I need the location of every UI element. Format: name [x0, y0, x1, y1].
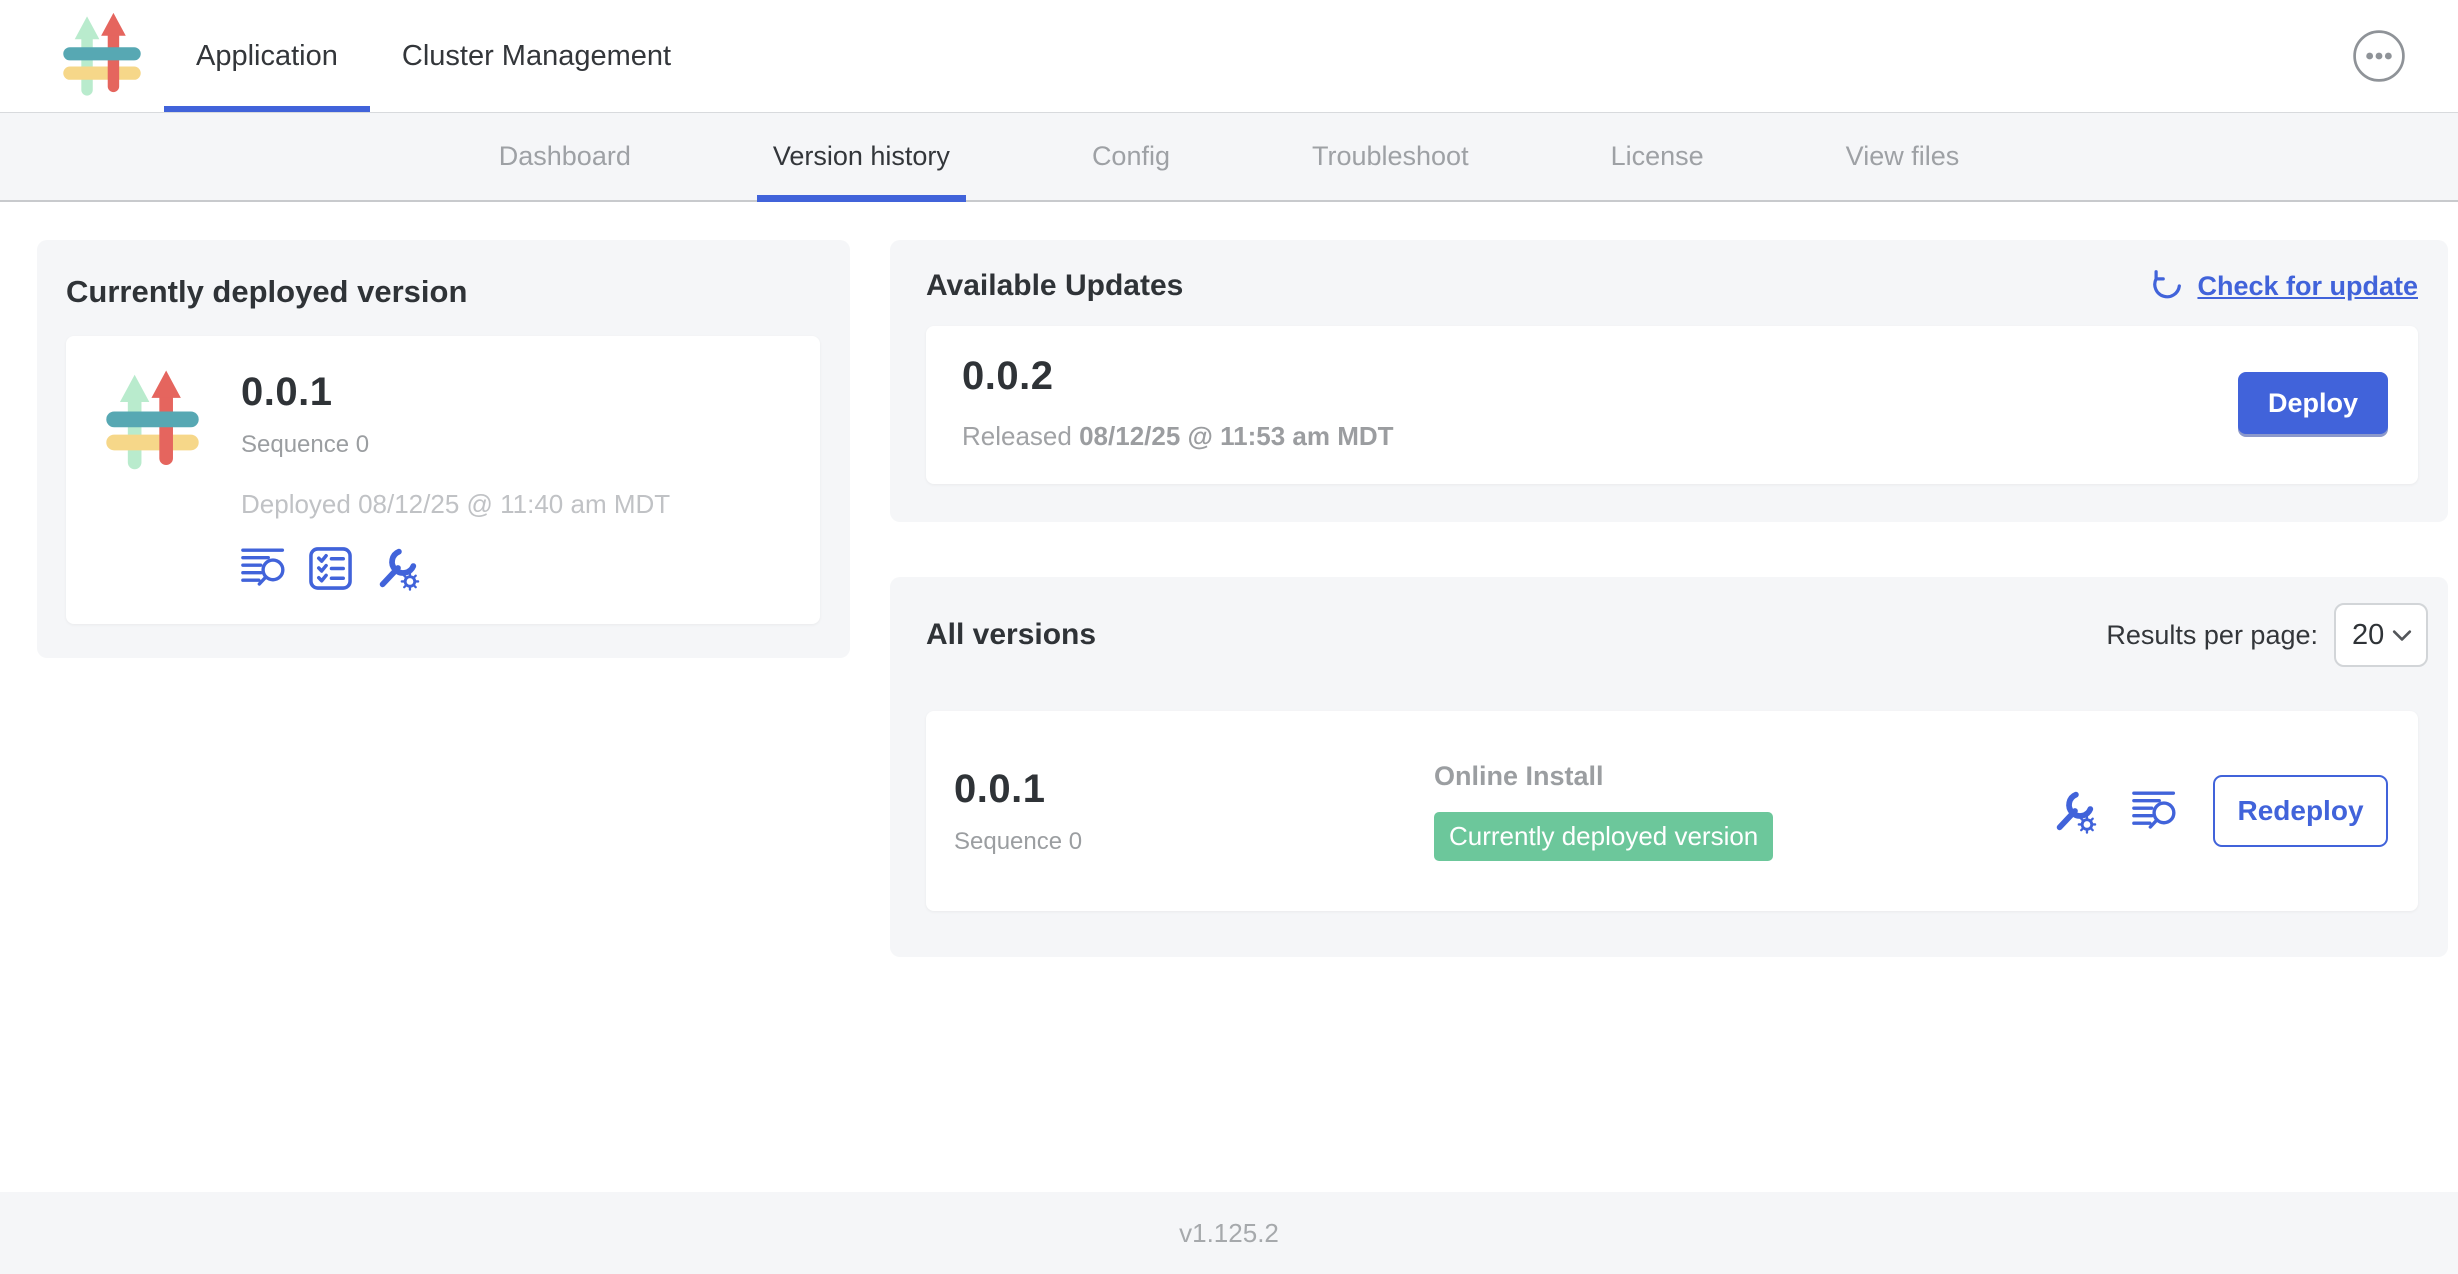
deployed-version-info: 0.0.1 Sequence 0 Deployed 08/12/25 @ 11:… [241, 366, 670, 592]
app-logo-arrows-icon [58, 10, 146, 102]
currently-deployed-badge: Currently deployed version [1434, 812, 1773, 861]
version-history-page: Currently deployed version 0.0.1 Sequenc… [0, 202, 2458, 1192]
header-spacer [703, 0, 2352, 112]
chevron-down-icon [2392, 628, 2412, 642]
currently-deployed-title: Currently deployed version [66, 274, 820, 310]
subnav-troubleshoot-label: Troubleshoot [1312, 141, 1469, 172]
all-versions-title: All versions [926, 618, 1096, 652]
subnav-tab-troubleshoot[interactable]: Troubleshoot [1296, 113, 1485, 200]
redeploy-button[interactable]: Redeploy [2213, 775, 2388, 847]
row-sequence: Sequence 0 [954, 828, 1434, 856]
currently-deployed-card: Currently deployed version 0.0.1 Sequenc… [37, 240, 850, 658]
tab-cluster-management-label: Cluster Management [402, 40, 671, 73]
check-for-update-label: Check for update [2197, 271, 2418, 302]
update-row: 0.0.2 Released 08/12/25 @ 11:53 am MDT D… [926, 326, 2418, 484]
deployed-timestamp: Deployed 08/12/25 @ 11:40 am MDT [241, 489, 670, 520]
subnav-tab-license[interactable]: License [1595, 113, 1720, 200]
deployed-version-card: 0.0.1 Sequence 0 Deployed 08/12/25 @ 11:… [66, 336, 820, 624]
tab-application[interactable]: Application [164, 0, 370, 112]
ellipsis-circle-icon [2352, 29, 2406, 83]
available-updates-card: Available Updates Check for update 0.0.2 [890, 240, 2448, 522]
subnav-tab-version-history[interactable]: Version history [757, 113, 966, 200]
available-updates-title: Available Updates [926, 269, 1183, 303]
edit-config-icon[interactable] [2050, 787, 2098, 835]
subnav-tab-config[interactable]: Config [1076, 113, 1186, 200]
edit-config-icon[interactable] [373, 544, 421, 592]
row-version-number: 0.0.1 [954, 767, 1434, 812]
deploy-logs-icon[interactable] [241, 546, 288, 590]
app-subnav: Dashboard Version history Config Trouble… [0, 113, 2458, 202]
deployed-sequence: Sequence 0 [241, 431, 670, 459]
update-info: 0.0.2 Released 08/12/25 @ 11:53 am MDT [962, 354, 1394, 452]
console-version: v1.125.2 [1179, 1218, 1279, 1249]
refresh-icon [2149, 268, 2185, 304]
subnav-view-files-label: View files [1846, 141, 1960, 172]
version-row-actions: Redeploy [2050, 775, 2388, 847]
app-logo-arrows-icon [100, 366, 205, 478]
active-tab-underline [164, 106, 370, 112]
deploy-button[interactable]: Deploy [2238, 372, 2388, 434]
subnav-dashboard-label: Dashboard [499, 141, 631, 172]
deploy-logs-icon[interactable] [2132, 789, 2179, 833]
subnav-config-label: Config [1092, 141, 1170, 172]
top-header: Application Cluster Management [0, 0, 2458, 113]
right-column: Available Updates Check for update 0.0.2 [890, 240, 2448, 957]
results-per-page-value: 20 [2352, 619, 2384, 652]
subnav-tab-view-files[interactable]: View files [1830, 113, 1976, 200]
subnav-license-label: License [1611, 141, 1704, 172]
active-subtab-underline [757, 195, 966, 202]
version-row-status: Online Install Currently deployed versio… [1434, 761, 2050, 861]
deployed-version-number: 0.0.1 [241, 370, 670, 415]
tab-application-label: Application [196, 40, 338, 73]
released-date: 08/12/25 @ 11:53 am MDT [1079, 421, 1393, 451]
check-for-update-link[interactable]: Check for update [2149, 268, 2418, 304]
results-per-page: Results per page: 20 [2106, 603, 2428, 667]
preflight-checks-icon[interactable] [308, 546, 353, 591]
all-versions-header: All versions Results per page: 20 [926, 603, 2428, 667]
subnav-version-history-label: Version history [773, 141, 950, 172]
results-per-page-select[interactable]: 20 [2334, 603, 2428, 667]
tab-cluster-management[interactable]: Cluster Management [370, 0, 703, 112]
app-footer: v1.125.2 [0, 1192, 2458, 1274]
released-prefix: Released [962, 421, 1072, 451]
app-logo [58, 10, 146, 102]
all-versions-card: All versions Results per page: 20 0.0.1 … [890, 577, 2448, 957]
update-version-number: 0.0.2 [962, 354, 1394, 399]
version-row-info: 0.0.1 Sequence 0 [954, 767, 1434, 856]
subnav-tab-dashboard[interactable]: Dashboard [483, 113, 647, 200]
available-updates-header: Available Updates Check for update [926, 268, 2418, 304]
results-per-page-label: Results per page: [2106, 620, 2318, 651]
app-logo-small [100, 366, 205, 478]
overflow-menu-button[interactable] [2352, 29, 2406, 83]
deployed-actions [241, 544, 670, 592]
header-tabs: Application Cluster Management [164, 0, 703, 112]
version-row: 0.0.1 Sequence 0 Online Install Currentl… [926, 711, 2418, 911]
install-type: Online Install [1434, 761, 2050, 792]
update-released-line: Released 08/12/25 @ 11:53 am MDT [962, 421, 1394, 452]
